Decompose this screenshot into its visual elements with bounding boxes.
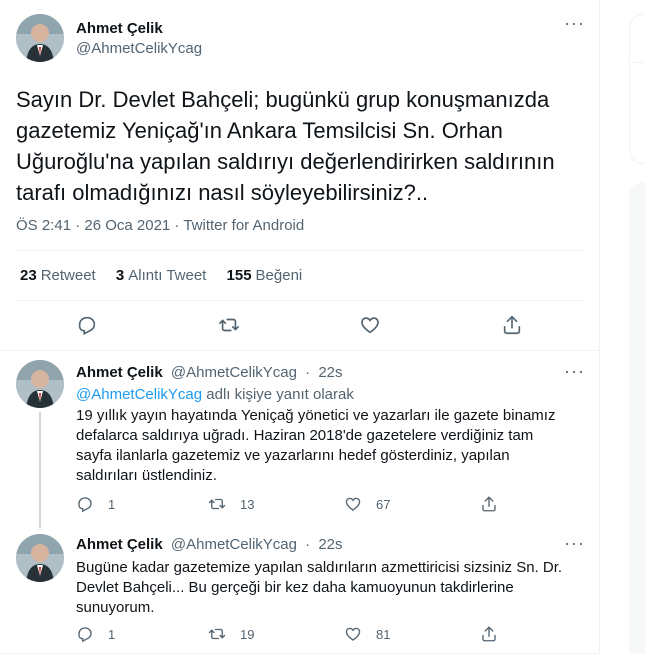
like-stat[interactable]: 155 Beğeni [227, 267, 303, 284]
reply-text: 19 yıllık yayın hayatında Yeniçağ yöneti… [76, 407, 556, 484]
reply-author-name[interactable]: Ahmet Çelik [76, 536, 163, 553]
share-icon [482, 626, 496, 642]
reply-author-handle[interactable]: @AhmetCelikYcag [171, 536, 297, 553]
divider [16, 300, 584, 301]
reply-header: Ahmet Çelik @AhmetCelikYcag · 22s [76, 536, 343, 553]
quote-tweet-stat-label: Alıntı Tweet [128, 267, 207, 284]
retweet-count: 13 [240, 496, 255, 512]
main-tweet-stats: 23 Retweet 3 Alıntı Tweet 155 Beğeni [20, 267, 318, 284]
share-icon [482, 496, 496, 512]
reply-avatar[interactable] [16, 360, 64, 408]
more-options-icon[interactable]: ··· [564, 534, 585, 552]
retweet-count: 19 [240, 626, 255, 642]
retweet-count: 23 [20, 267, 37, 284]
like-icon [345, 497, 361, 511]
avatar-image [16, 534, 64, 582]
reply-icon [78, 497, 92, 513]
tweet-separator [0, 350, 600, 351]
reply-avatar[interactable] [16, 534, 64, 582]
reply-count: 1 [108, 626, 116, 642]
main-tweet-author-name[interactable]: Ahmet Çelik [76, 20, 163, 37]
reply-time[interactable]: 22s [318, 364, 342, 381]
reply-count: 1 [108, 496, 116, 512]
replying-to: @AhmetCelikYcag adlı kişiye yanıt olarak [76, 386, 354, 403]
retweet-stat[interactable]: 23 Retweet [20, 267, 96, 284]
like-action[interactable]: 67 [344, 494, 390, 514]
replying-to-suffix: adlı kişiye yanıt olarak [206, 386, 354, 403]
avatar-image [16, 14, 64, 62]
main-tweet-text: Sayın Dr. Devlet Bahçeli; bugünkü grup k… [16, 87, 555, 205]
right-sidebar [601, 0, 645, 654]
reply-actions: 1 13 67 [76, 494, 516, 514]
share-action[interactable] [480, 494, 512, 514]
main-tweet-avatar[interactable] [16, 14, 64, 62]
like-stat-label: Beğeni [255, 267, 303, 284]
share-icon[interactable] [501, 314, 523, 336]
like-action[interactable]: 81 [344, 624, 390, 644]
retweet-stat-label: Retweet [40, 267, 96, 284]
search-box[interactable] [629, 14, 645, 164]
share-action[interactable] [480, 624, 512, 644]
reply-icon[interactable] [76, 314, 98, 336]
reply-header: Ahmet Çelik @AhmetCelikYcag · 22s [76, 364, 343, 381]
main-tweet-meta[interactable]: ÖS 2:41 · 26 Oca 2021 · Twitter for Andr… [16, 217, 304, 234]
reply-action[interactable]: 1 [76, 624, 115, 644]
quote-tweet-stat[interactable]: 3 Alıntı Tweet [116, 267, 206, 284]
retweet-icon [208, 628, 226, 640]
like-icon [345, 627, 361, 641]
main-tweet-author-handle[interactable]: @AhmetCelikYcag [76, 40, 202, 57]
tweet-timeline: Ahmet Çelik @AhmetCelikYcag ··· Sayın Dr… [0, 0, 600, 654]
divider [16, 250, 584, 251]
reply-icon [78, 627, 92, 643]
retweet-action[interactable]: 19 [208, 624, 254, 644]
replying-to-handle[interactable]: @AhmetCelikYcag [76, 386, 202, 403]
main-tweet-actions [0, 314, 600, 338]
retweet-icon [208, 498, 226, 510]
like-count: 81 [376, 626, 391, 642]
retweet-icon[interactable] [218, 314, 240, 336]
like-count: 155 [226, 267, 252, 284]
reply-author-handle[interactable]: @AhmetCelikYcag [171, 364, 297, 381]
avatar-image [16, 360, 64, 408]
more-options-icon[interactable]: ··· [564, 362, 585, 380]
like-icon[interactable] [359, 314, 381, 336]
reply-text: Bugüne kadar gazetemize yapılan saldırıl… [76, 559, 563, 616]
reply-time[interactable]: 22s [318, 536, 342, 553]
retweet-action[interactable]: 13 [208, 494, 254, 514]
quote-tweet-count: 3 [115, 267, 125, 284]
reply-dot: · [305, 536, 311, 553]
reply-dot: · [305, 364, 311, 381]
reply-author-name[interactable]: Ahmet Çelik [76, 364, 163, 381]
like-count: 67 [376, 496, 391, 512]
more-options-icon[interactable]: ··· [564, 14, 585, 32]
thread-line [39, 412, 41, 528]
trends-panel [629, 182, 645, 654]
reply-actions: 1 19 81 [76, 624, 516, 644]
reply-action[interactable]: 1 [76, 494, 115, 514]
sidebar-divider [631, 62, 645, 63]
